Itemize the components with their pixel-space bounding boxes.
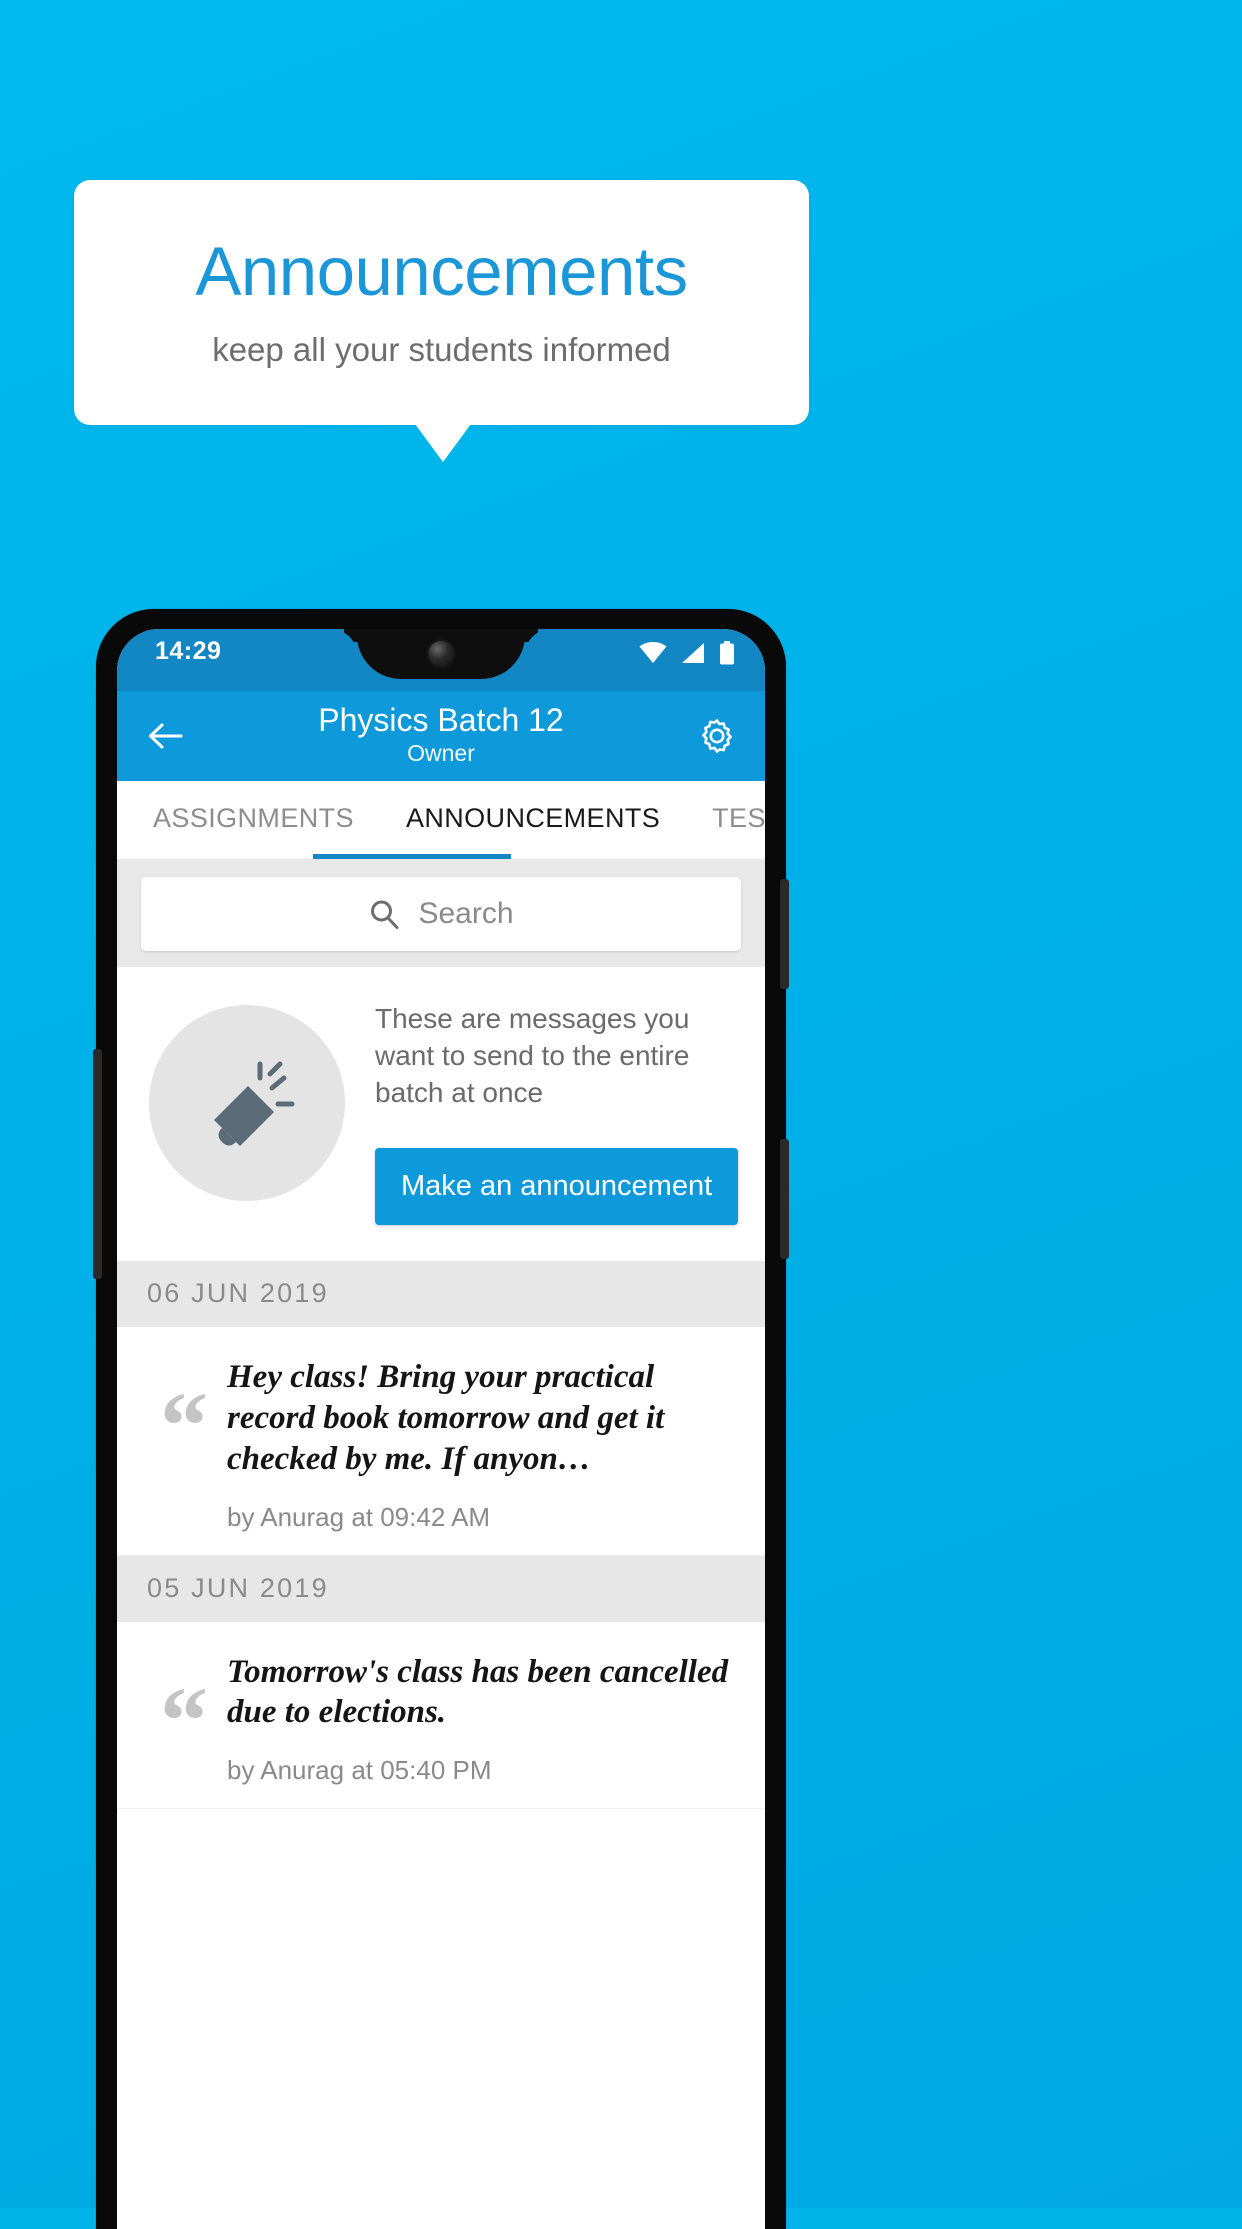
- tab-tests[interactable]: TESTS: [712, 803, 765, 838]
- announcement-body: Tomorrow's class has been cancelled due …: [227, 1648, 741, 1787]
- promo-card: Announcements keep all your students inf…: [74, 180, 809, 425]
- phone-frame: 14:29 Physics Batch 12 Owner ASSIGNMENTS…: [93, 609, 789, 2229]
- date-header: 05 JUN 2019: [117, 1555, 765, 1622]
- status-icons: [639, 641, 735, 665]
- battery-icon: [720, 641, 734, 665]
- status-time: 14:29: [155, 637, 222, 665]
- date-header: 06 JUN 2019: [117, 1260, 765, 1327]
- phone-screen: 14:29 Physics Batch 12 Owner ASSIGNMENTS…: [117, 629, 765, 2229]
- announcement-meta: by Anurag at 09:42 AM: [227, 1501, 491, 1532]
- quote-icon: “: [160, 1371, 208, 1479]
- tab-bar: ASSIGNMENTS ANNOUNCEMENTS TESTS ’: [117, 781, 765, 859]
- tab-active-indicator: [313, 854, 511, 859]
- announcement-meta: by Anurag at 05:40 PM: [227, 1755, 492, 1786]
- tab-announcements[interactable]: ANNOUNCEMENTS: [406, 803, 660, 838]
- make-announcement-button[interactable]: Make an announcement: [375, 1147, 739, 1225]
- phone-volume-button[interactable]: [780, 1139, 789, 1259]
- announcement-text: Tomorrow's class has been cancelled due …: [227, 1653, 729, 1731]
- phone-power-button[interactable]: [780, 879, 789, 989]
- front-camera: [428, 641, 454, 666]
- announcement-text: Hey class! Bring your practical record b…: [227, 1358, 665, 1477]
- phone-left-button[interactable]: [93, 1049, 102, 1279]
- announcement-prompt: These are messages you want to send to t…: [117, 967, 765, 1261]
- cellular-signal-icon: [682, 643, 704, 663]
- search-zone: Search: [117, 859, 765, 967]
- announcement-item[interactable]: “ Hey class! Bring your practical record…: [117, 1326, 765, 1556]
- search-icon: [371, 900, 399, 929]
- gear-icon[interactable]: [695, 714, 739, 758]
- announcement-item[interactable]: “ Tomorrow's class has been cancelled du…: [117, 1621, 765, 1810]
- status-bar: 14:29: [117, 629, 765, 691]
- page-subtitle: keep all your students informed: [212, 330, 671, 368]
- megaphone-icon: [214, 1061, 295, 1146]
- batch-role: Owner: [407, 739, 475, 766]
- back-arrow-icon[interactable]: [143, 714, 187, 758]
- app-bar-titles: Physics Batch 12 Owner: [187, 701, 695, 768]
- quote-icon: “: [160, 1666, 208, 1774]
- promo-card-tail: [415, 424, 471, 462]
- search-input[interactable]: Search: [141, 877, 741, 951]
- tab-assignments[interactable]: ASSIGNMENTS: [153, 803, 354, 838]
- page-title: Announcements: [195, 233, 688, 311]
- prompt-text: These are messages you want to send to t…: [375, 1003, 690, 1108]
- prompt-badge: [149, 1005, 345, 1201]
- search-placeholder: Search: [418, 897, 514, 930]
- announcement-body: Hey class! Bring your practical record b…: [227, 1353, 741, 1533]
- app-bar: Physics Batch 12 Owner: [117, 691, 765, 781]
- wifi-icon: [639, 642, 667, 663]
- phone-notch: [357, 629, 525, 679]
- prompt-right: These are messages you want to send to t…: [375, 997, 739, 1225]
- batch-title: Physics Batch 12: [318, 701, 564, 738]
